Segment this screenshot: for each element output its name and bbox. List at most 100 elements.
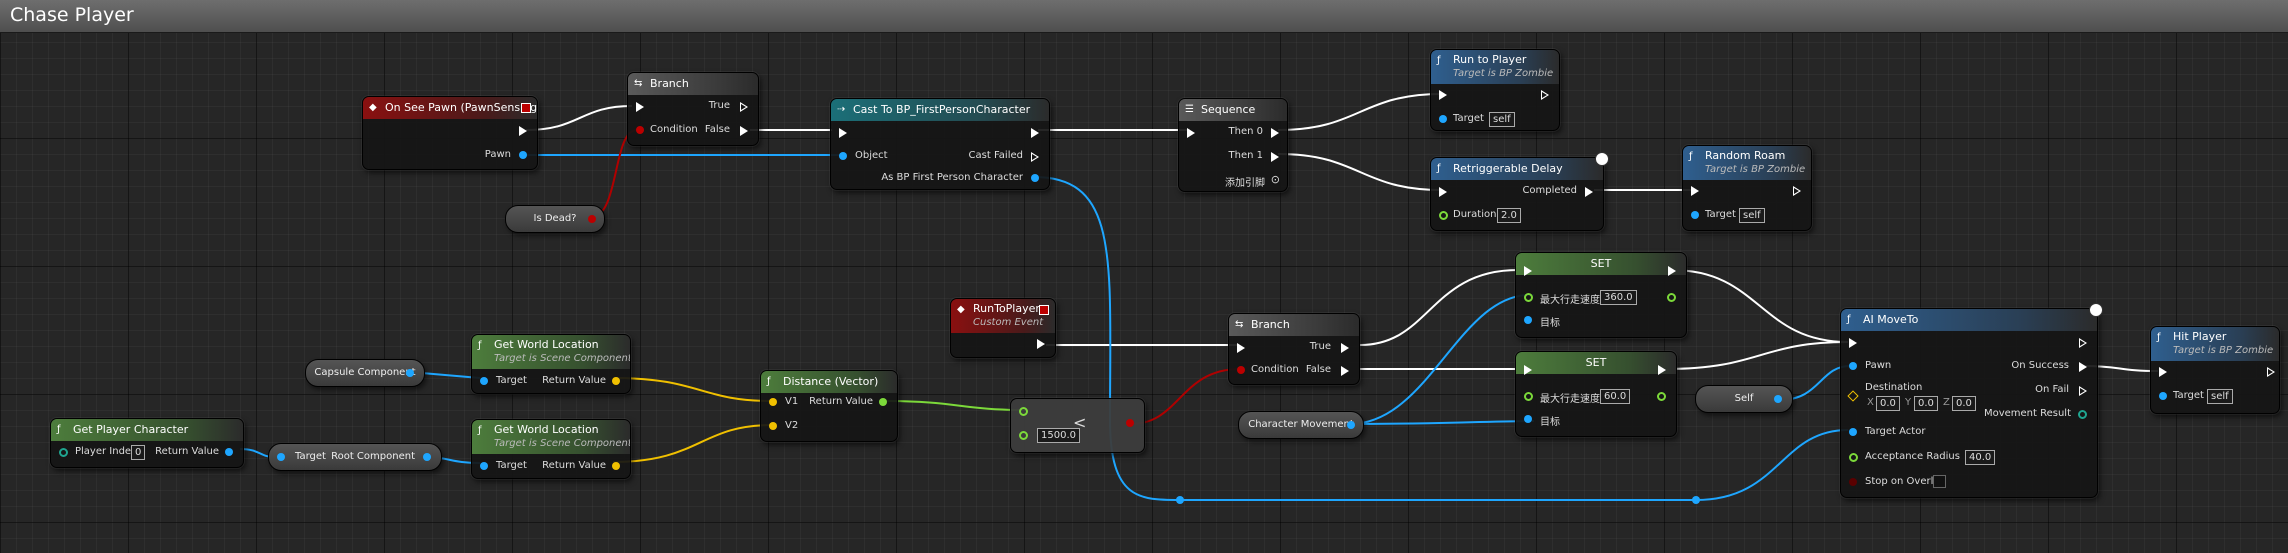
speed-value-field[interactable]: 60.0 xyxy=(1600,389,1631,404)
is-dead-getter[interactable]: Is Dead? xyxy=(505,205,605,233)
condition-pin[interactable] xyxy=(636,126,644,134)
exec-in-pin[interactable] xyxy=(636,102,644,112)
false-exec-pin[interactable] xyxy=(740,126,748,136)
v2-pin[interactable] xyxy=(769,422,777,430)
node-set-speed-360[interactable]: SET 最大行走速度 360.0 目标 xyxy=(1515,252,1687,338)
blueprint-graph-canvas[interactable]: Chase Player ◆ On See Pawn (PawnSensing)… xyxy=(0,0,2288,553)
root-component-pin[interactable] xyxy=(423,453,431,461)
target-pin[interactable] xyxy=(1439,115,1447,123)
target-pin[interactable] xyxy=(480,462,488,470)
cast-failed-pin[interactable] xyxy=(1031,152,1039,162)
exec-out-pin[interactable] xyxy=(1793,186,1801,196)
target-pin[interactable] xyxy=(1524,316,1532,324)
stop-on-overlap-pin[interactable] xyxy=(1849,478,1857,486)
root-component-getter[interactable]: Target Root Component xyxy=(268,443,442,471)
node-retriggerable-delay[interactable]: ƒ Retriggerable Delay Completed Duration … xyxy=(1430,152,1609,231)
target-value-field[interactable]: self xyxy=(2207,389,2233,404)
node-run-to-player-event[interactable]: ◆ RunToPlayer Custom Event xyxy=(950,298,1056,358)
pawn-pin[interactable] xyxy=(519,151,527,159)
speed-pin[interactable] xyxy=(1524,293,1533,302)
speed-pin[interactable] xyxy=(1524,392,1533,401)
node-sequence[interactable]: ☰ Sequence Then 0 Then 1 添加引脚 ⊙ xyxy=(1178,98,1288,192)
speed-out-pin[interactable] xyxy=(1667,293,1676,302)
exec-in-pin[interactable] xyxy=(839,128,847,138)
character-movement-pin[interactable] xyxy=(1347,421,1355,429)
exec-in-pin[interactable] xyxy=(1849,338,1857,348)
destination-pin[interactable] xyxy=(1847,390,1859,402)
node-random-roam[interactable]: ƒ Random Roam Target is BP Zombie Target s… xyxy=(1682,145,1812,231)
node-run-to-player-call[interactable]: ƒ Run to Player Target is BP Zombie Target… xyxy=(1430,49,1560,131)
exec-out-pin[interactable] xyxy=(1031,128,1039,138)
exec-in-pin[interactable] xyxy=(1524,365,1532,375)
node-get-player-character[interactable]: ƒ Get Player Character Player Index 0 Ret… xyxy=(50,418,244,468)
node-branch-2[interactable]: ⇆ Branch Condition True False xyxy=(1228,313,1360,385)
capsule-component-getter[interactable]: Capsule Component xyxy=(305,359,425,387)
player-index-field[interactable]: 0 xyxy=(131,445,146,460)
node-ai-move-to[interactable]: ƒ AI MoveTo Pawn On Success Destination X… xyxy=(1840,303,2103,498)
true-exec-pin[interactable] xyxy=(1341,343,1349,353)
node-branch-1[interactable]: ⇆ Branch Condition True False xyxy=(627,72,759,146)
exec-in-pin[interactable] xyxy=(1187,128,1195,138)
target-actor-pin[interactable] xyxy=(1849,428,1857,436)
object-pin[interactable] xyxy=(839,152,847,160)
true-exec-pin[interactable] xyxy=(740,102,748,112)
return-value-pin[interactable] xyxy=(879,398,887,406)
node-set-speed-60[interactable]: SET 最大行走速度 60.0 目标 xyxy=(1515,351,1677,437)
speed-value-field[interactable]: 360.0 xyxy=(1600,290,1637,305)
as-fpc-pin[interactable] xyxy=(1031,174,1039,182)
exec-out-pin[interactable] xyxy=(519,126,527,136)
target-pin[interactable] xyxy=(1691,211,1699,219)
target-pin[interactable] xyxy=(2159,392,2167,400)
v1-pin[interactable] xyxy=(769,398,777,406)
completed-pin[interactable] xyxy=(1585,187,1593,197)
self-pin[interactable] xyxy=(1774,395,1782,403)
exec-in-pin[interactable] xyxy=(1691,186,1699,196)
destination-z-field[interactable]: 0.0 xyxy=(1952,396,1976,411)
result-pin[interactable] xyxy=(1126,419,1134,427)
then-1-pin[interactable] xyxy=(1271,152,1279,162)
capsule-pin[interactable] xyxy=(406,369,414,377)
acceptance-radius-pin[interactable] xyxy=(1849,453,1858,462)
then-0-pin[interactable] xyxy=(1271,128,1279,138)
a-pin[interactable] xyxy=(1019,407,1028,416)
false-exec-pin[interactable] xyxy=(1341,366,1349,376)
target-pin[interactable] xyxy=(480,377,488,385)
return-value-pin[interactable] xyxy=(612,377,620,385)
exec-in-pin[interactable] xyxy=(2159,367,2167,377)
exec-out-pin[interactable] xyxy=(2267,367,2275,377)
exec-in-pin[interactable] xyxy=(1439,90,1447,100)
node-get-world-location-2[interactable]: ƒ Get World Location Target is Scene Compo… xyxy=(471,419,631,479)
node-get-world-location-1[interactable]: ƒ Get World Location Target is Scene Compo… xyxy=(471,334,631,394)
return-value-pin[interactable] xyxy=(612,462,620,470)
target-value-field[interactable]: self xyxy=(1739,208,1765,223)
target-pin[interactable] xyxy=(1524,415,1532,423)
add-pin-button[interactable]: 添加引脚 xyxy=(1225,174,1265,189)
return-value-pin[interactable] xyxy=(225,448,233,456)
exec-out-pin[interactable] xyxy=(2079,338,2087,348)
self-getter[interactable]: Self xyxy=(1695,385,1793,413)
exec-out-pin[interactable] xyxy=(1541,90,1549,100)
is-dead-pin[interactable] xyxy=(588,215,596,223)
duration-pin[interactable] xyxy=(1439,211,1448,220)
acceptance-radius-field[interactable]: 40.0 xyxy=(1965,450,1996,465)
node-on-see-pawn[interactable]: ◆ On See Pawn (PawnSensing) Pawn xyxy=(362,96,538,170)
exec-in-pin[interactable] xyxy=(1524,266,1532,276)
movement-result-pin[interactable] xyxy=(2078,410,2087,419)
exec-out-pin[interactable] xyxy=(1658,365,1666,375)
condition-pin[interactable] xyxy=(1237,366,1245,374)
exec-out-pin[interactable] xyxy=(1037,339,1045,349)
target-value-field[interactable]: self xyxy=(1489,112,1515,127)
character-movement-getter[interactable]: Character Movement xyxy=(1238,411,1364,439)
node-distance-vector[interactable]: ƒ Distance (Vector) V1 V2 Return Value xyxy=(760,370,898,442)
target-pin[interactable] xyxy=(277,453,285,461)
destination-y-field[interactable]: 0.0 xyxy=(1914,396,1938,411)
stop-on-overlap-checkbox[interactable] xyxy=(1933,475,1946,488)
on-success-pin[interactable] xyxy=(2079,362,2087,372)
exec-in-pin[interactable] xyxy=(1439,187,1447,197)
node-cast-to-fpc[interactable]: ⇢ Cast To BP_FirstPersonCharacter Object … xyxy=(830,98,1050,190)
speed-out-pin[interactable] xyxy=(1657,392,1666,401)
exec-out-pin[interactable] xyxy=(1668,266,1676,276)
node-less-than[interactable]: 1500.0 < xyxy=(1010,398,1145,453)
pawn-pin[interactable] xyxy=(1849,362,1857,370)
destination-x-field[interactable]: 0.0 xyxy=(1876,396,1900,411)
